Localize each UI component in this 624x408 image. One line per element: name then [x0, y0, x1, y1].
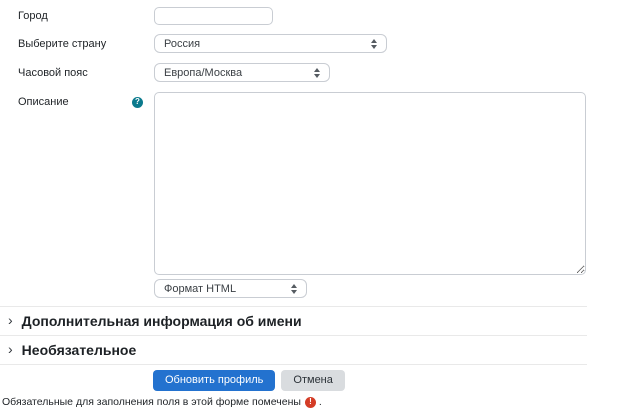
- format-select-value: Формат HTML: [164, 283, 236, 295]
- select-updown-arrow-icon: [371, 39, 377, 49]
- timezone-select-value: Европа/Москва: [164, 67, 242, 79]
- form-row-city: Город: [0, 7, 624, 25]
- divider: [0, 364, 587, 365]
- profile-edit-form: Город Выберите страну Россия Часовой поя…: [0, 0, 624, 408]
- cancel-button[interactable]: Отмена: [281, 370, 344, 391]
- required-fields-note: Обязательные для заполнения поля в этой …: [0, 396, 624, 408]
- select-updown-arrow-icon: [314, 68, 320, 78]
- description-textarea[interactable]: [154, 92, 586, 275]
- country-select[interactable]: Россия: [154, 34, 387, 53]
- select-updown-arrow-icon: [291, 284, 297, 294]
- section-optional[interactable]: › Необязательное: [0, 335, 587, 364]
- form-row-timezone: Часовой пояс Европа/Москва: [0, 63, 624, 82]
- help-icon[interactable]: ?: [132, 97, 143, 108]
- city-input[interactable]: [154, 7, 273, 25]
- form-actions: Обновить профиль Отмена: [153, 370, 624, 391]
- country-select-value: Россия: [164, 38, 200, 50]
- format-select[interactable]: Формат HTML: [154, 279, 307, 298]
- country-label: Выберите страну: [0, 38, 154, 50]
- chevron-right-icon: ›: [8, 342, 13, 356]
- required-note-text: Обязательные для заполнения поля в этой …: [2, 396, 301, 408]
- required-note-suffix: .: [319, 396, 322, 408]
- form-row-description: Описание ?: [0, 92, 624, 275]
- section-title: Дополнительная информация об имени: [22, 313, 302, 329]
- city-label: Город: [0, 10, 154, 22]
- form-row-format: Формат HTML: [0, 275, 624, 298]
- timezone-label: Часовой пояс: [0, 67, 154, 79]
- description-label: Описание: [18, 96, 69, 108]
- form-row-country: Выберите страну Россия: [0, 34, 624, 53]
- section-title: Необязательное: [22, 342, 137, 358]
- format-row-spacer: [0, 275, 154, 298]
- update-profile-button[interactable]: Обновить профиль: [153, 370, 275, 391]
- description-label-cell: Описание ?: [0, 92, 154, 108]
- collapsible-sections: › Дополнительная информация об имени › Н…: [0, 306, 587, 365]
- section-additional-names[interactable]: › Дополнительная информация об имени: [0, 306, 587, 335]
- timezone-select[interactable]: Европа/Москва: [154, 63, 330, 82]
- chevron-right-icon: ›: [8, 313, 13, 327]
